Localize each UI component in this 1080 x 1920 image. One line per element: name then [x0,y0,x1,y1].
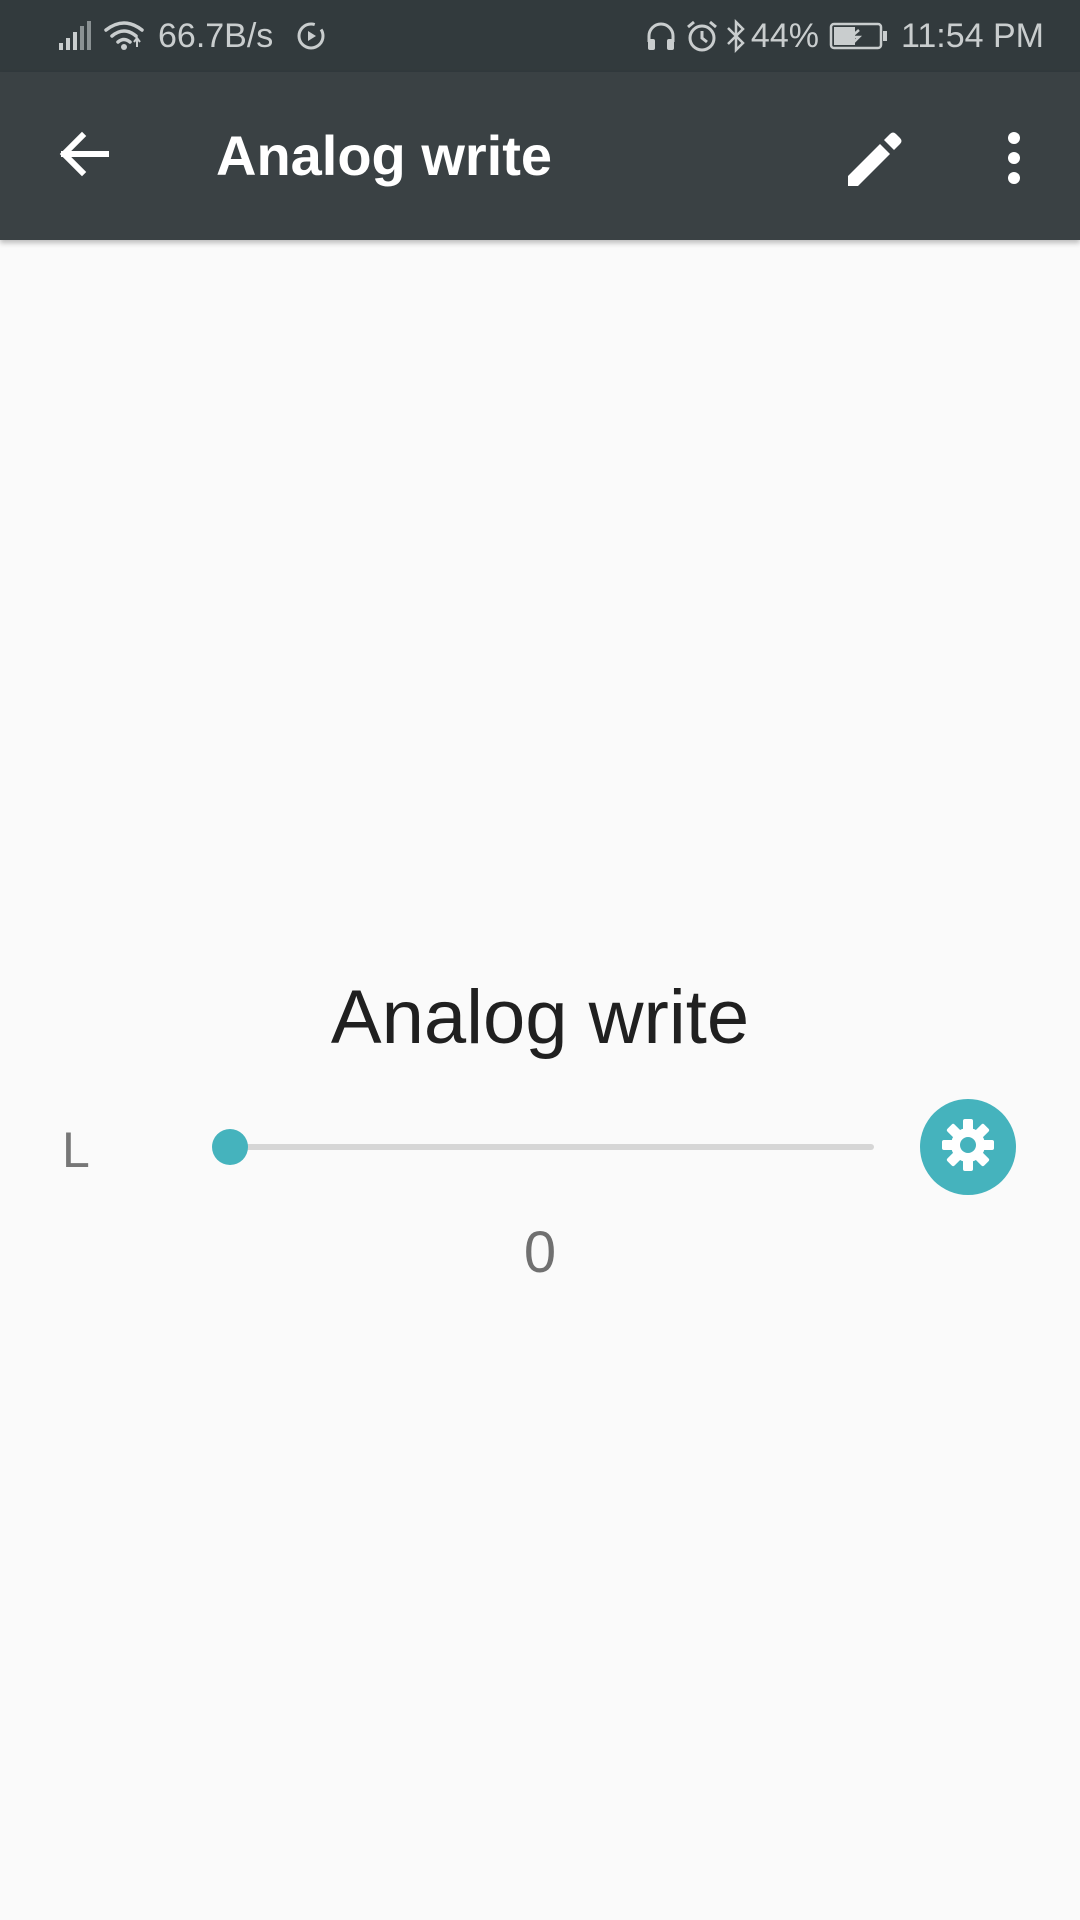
edit-button[interactable] [836,120,916,200]
slider-value: 0 [523,1220,557,1285]
sync-icon [295,20,327,52]
gear-icon [941,1118,995,1177]
battery-percent: 44% [750,16,819,55]
page-title: Analog write [216,124,553,187]
signal-icon [58,21,92,51]
status-bar-right: 44% 11:54 PM [645,0,1044,72]
settings-button[interactable] [920,1099,1016,1195]
status-bar-left: 66.7B/s [58,0,327,72]
pencil-icon [844,126,908,195]
slider-thumb[interactable] [212,1129,248,1165]
wifi-icon [104,20,144,52]
back-button[interactable] [46,118,122,194]
bluetooth-icon [725,19,747,53]
alarm-icon [685,19,719,53]
slider-track [230,1144,874,1150]
widget-title: Analog write [330,975,750,1060]
analog-slider[interactable] [212,1122,874,1174]
back-arrow-icon [58,130,110,183]
app-bar: Analog write [0,72,1080,240]
network-speed: 66.7B/s [158,16,274,55]
battery-charging-icon [829,21,889,51]
more-vert-icon [1006,131,1022,189]
pin-label: L [62,1122,90,1178]
more-options-button[interactable] [980,120,1048,200]
clock: 11:54 PM [900,16,1044,55]
headphones-icon [645,20,677,52]
status-bar: 66.7B/s 44% 11:54 PM [0,0,1080,72]
